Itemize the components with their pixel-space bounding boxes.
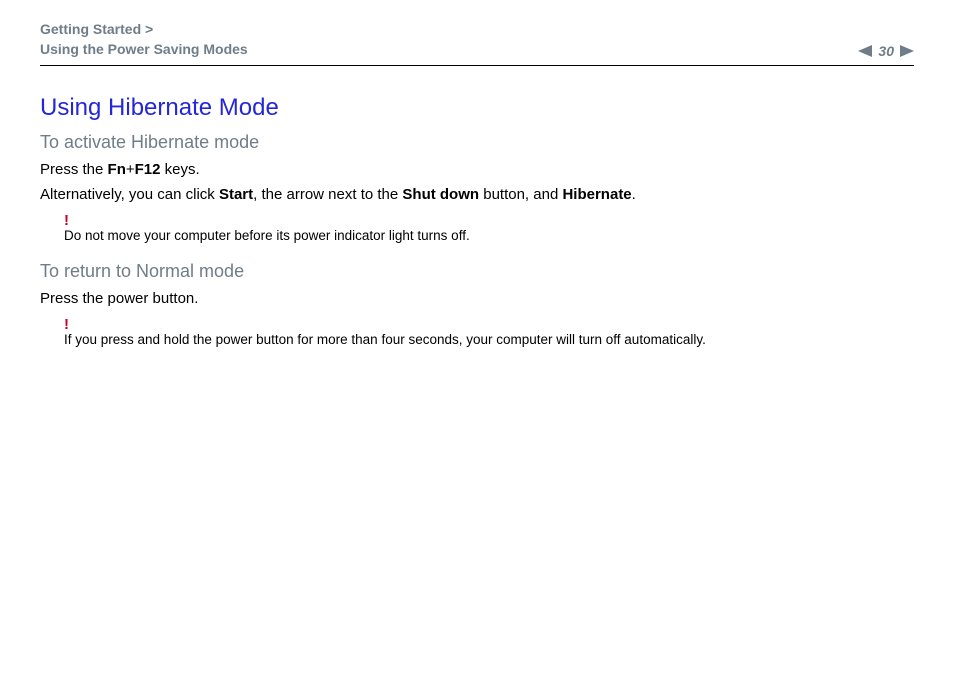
text-fragment: keys. xyxy=(160,161,199,178)
breadcrumb: Getting Started > Using the Power Saving… xyxy=(40,20,248,59)
page-container: Getting Started > Using the Power Saving… xyxy=(0,0,954,347)
ui-shutdown: Shut down xyxy=(402,186,479,203)
page-number: 30 xyxy=(878,43,894,59)
warning-icon: ! xyxy=(64,213,914,228)
warning-text: If you press and hold the power button f… xyxy=(64,332,914,347)
ui-start: Start xyxy=(219,186,253,203)
text-fragment: + xyxy=(126,161,135,178)
key-fn: Fn xyxy=(108,161,126,178)
text-fragment: button, and xyxy=(479,186,562,203)
breadcrumb-line-2[interactable]: Using the Power Saving Modes xyxy=(40,40,248,60)
section-heading-return: To return to Normal mode xyxy=(40,261,914,282)
text-fragment: , the arrow next to the xyxy=(253,186,402,203)
ui-hibernate: Hibernate xyxy=(562,186,631,203)
instruction-start-menu: Alternatively, you can click Start, the … xyxy=(40,186,914,203)
instruction-fn-f12: Press the Fn+F12 keys. xyxy=(40,161,914,178)
prev-page-arrow-icon[interactable] xyxy=(858,45,872,57)
warning-note-2: ! If you press and hold the power button… xyxy=(64,317,914,347)
warning-note-1: ! Do not move your computer before its p… xyxy=(64,213,914,243)
text-fragment: . xyxy=(632,186,636,203)
page-content: Using Hibernate Mode To activate Hiberna… xyxy=(40,66,914,347)
key-f12: F12 xyxy=(135,161,161,178)
page-header: Getting Started > Using the Power Saving… xyxy=(40,20,914,66)
page-nav: 30 xyxy=(858,43,914,59)
text-fragment: Press the xyxy=(40,161,108,178)
warning-icon: ! xyxy=(64,317,914,332)
instruction-power-button: Press the power button. xyxy=(40,290,914,307)
text-fragment: Alternatively, you can click xyxy=(40,186,219,203)
page-title: Using Hibernate Mode xyxy=(40,94,914,122)
next-page-arrow-icon[interactable] xyxy=(900,45,914,57)
breadcrumb-line-1[interactable]: Getting Started > xyxy=(40,20,248,40)
warning-text: Do not move your computer before its pow… xyxy=(64,228,914,243)
section-heading-activate: To activate Hibernate mode xyxy=(40,132,914,153)
